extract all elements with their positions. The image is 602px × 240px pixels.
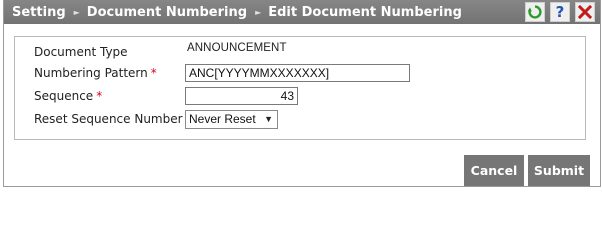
breadcrumb-setting[interactable]: Setting [12, 5, 66, 20]
refresh-icon [527, 5, 542, 19]
submit-button[interactable]: Submit [528, 155, 590, 186]
numbering-pattern-input[interactable]: ANC[YYYYMMXXXXXXX] [185, 64, 410, 82]
reset-sequence-label: Reset Sequence Number [34, 112, 183, 126]
sequence-input[interactable]: 43 [185, 87, 298, 105]
numbering-pattern-label-text: Numbering Pattern [34, 66, 148, 80]
close-icon [578, 5, 592, 19]
chevron-down-icon: ▼ [264, 114, 273, 124]
breadcrumb-separator-icon: ► [255, 7, 262, 17]
breadcrumb-edit-document-numbering: Edit Document Numbering [268, 4, 462, 20]
title-bar: Setting ► Document Numbering ► Edit Docu… [4, 0, 600, 24]
document-type-value: ANNOUNCEMENT [187, 42, 287, 54]
close-button[interactable] [575, 2, 595, 22]
document-type-label: Document Type [34, 45, 128, 59]
numbering-pattern-label: Numbering Pattern * [34, 66, 157, 80]
breadcrumb: Setting ► Document Numbering ► Edit Docu… [12, 3, 462, 21]
required-marker: * [96, 89, 103, 103]
sequence-label: Sequence * [34, 89, 102, 103]
cancel-button[interactable]: Cancel [464, 155, 524, 186]
required-marker: * [150, 66, 157, 80]
refresh-button[interactable] [525, 2, 545, 22]
reset-sequence-select[interactable]: Never Reset ▼ [185, 110, 278, 129]
help-button[interactable]: ? [550, 2, 570, 22]
sequence-label-text: Sequence [34, 89, 94, 103]
help-icon: ? [555, 2, 565, 21]
breadcrumb-separator-icon: ► [73, 7, 80, 17]
reset-sequence-selected: Never Reset [189, 112, 256, 126]
breadcrumb-document-numbering[interactable]: Document Numbering [87, 5, 247, 20]
